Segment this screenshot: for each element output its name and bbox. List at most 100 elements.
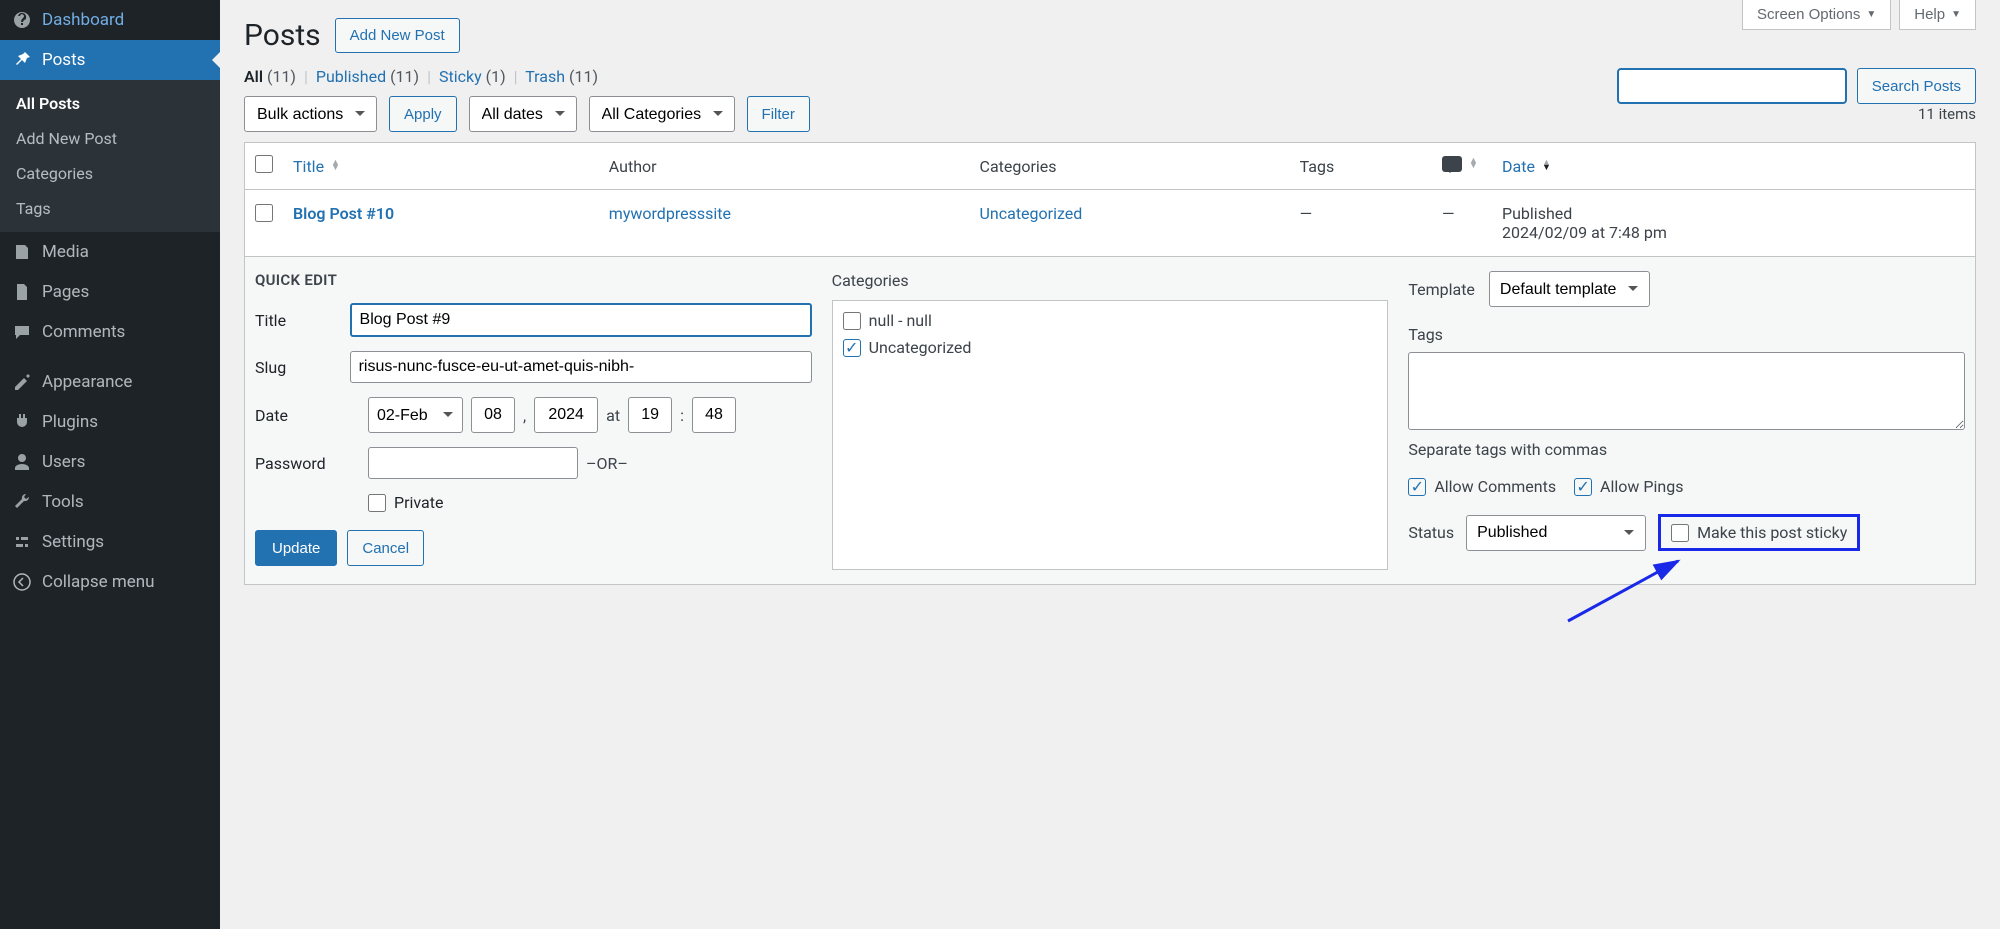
sidebar-item-comments[interactable]: Comments: [0, 312, 220, 352]
category-item[interactable]: ✓Uncategorized: [843, 338, 1378, 357]
private-checkbox-label[interactable]: Private: [368, 493, 473, 512]
category-filter-select[interactable]: All Categories: [589, 96, 735, 132]
sidebar-item-plugins[interactable]: Plugins: [0, 402, 220, 442]
post-tags: —: [1290, 190, 1432, 257]
search-input[interactable]: [1617, 68, 1847, 104]
sidebar-item-settings[interactable]: Settings: [0, 522, 220, 562]
chevron-down-icon: ▼: [1866, 9, 1876, 20]
sidebar-label: Collapse menu: [42, 572, 155, 592]
day-input[interactable]: [471, 397, 515, 433]
users-icon: [12, 452, 32, 472]
sticky-checkbox[interactable]: [1671, 524, 1689, 542]
sort-icon: ▲▼: [331, 161, 340, 171]
cancel-button[interactable]: Cancel: [347, 530, 424, 566]
sidebar-item-dashboard[interactable]: Dashboard: [0, 0, 220, 40]
category-checkbox[interactable]: [843, 312, 861, 330]
sidebar-label: Settings: [42, 532, 104, 552]
month-select[interactable]: 02-Feb: [368, 397, 463, 433]
chevron-down-icon: ▼: [1951, 9, 1961, 20]
sidebar-item-tools[interactable]: Tools: [0, 482, 220, 522]
help-button[interactable]: Help▼: [1899, 0, 1976, 30]
post-date: Published2024/02/09 at 7:48 pm: [1492, 190, 1975, 257]
post-comments: —: [1432, 190, 1492, 257]
qe-col-left: QUICK EDIT Title Slug D: [255, 271, 812, 570]
post-category-link[interactable]: Uncategorized: [980, 204, 1083, 223]
filter-sticky[interactable]: Sticky: [439, 67, 482, 86]
appearance-icon: [12, 372, 32, 392]
sidebar-item-appearance[interactable]: Appearance: [0, 362, 220, 402]
posts-submenu: All Posts Add New Post Categories Tags: [0, 80, 220, 232]
submenu-tags[interactable]: Tags: [0, 191, 220, 226]
posts-table: Title▲▼ Author Categories Tags ▲▼ Date▲▼…: [244, 142, 1976, 585]
sidebar-item-posts[interactable]: Posts: [0, 40, 220, 80]
submenu-all-posts[interactable]: All Posts: [0, 86, 220, 121]
update-button[interactable]: Update: [255, 530, 337, 566]
filter-published[interactable]: Published: [316, 67, 386, 86]
search-posts-button[interactable]: Search Posts: [1857, 68, 1976, 104]
annotation-arrow: [1558, 551, 1698, 631]
template-select[interactable]: Default template: [1489, 271, 1650, 307]
quick-edit-panel: QUICK EDIT Title Slug D: [245, 257, 1976, 585]
sidebar-collapse[interactable]: Collapse menu: [0, 562, 220, 602]
main-content: Screen Options▼ Help▼ Posts Add New Post…: [220, 0, 2000, 929]
table-row: Blog Post #10 mywordpresssite Uncategori…: [245, 190, 1976, 257]
sidebar-label: Pages: [42, 282, 89, 302]
sidebar-item-users[interactable]: Users: [0, 442, 220, 482]
year-input[interactable]: [534, 397, 598, 433]
password-input[interactable]: [368, 447, 578, 479]
sidebar-label: Comments: [42, 322, 125, 342]
screen-meta: Screen Options▼ Help▼: [1742, 0, 1976, 30]
hour-input[interactable]: [628, 397, 672, 433]
filter-all[interactable]: All: [244, 67, 263, 86]
status-select[interactable]: Published: [1466, 515, 1646, 551]
filter-trash[interactable]: Trash: [525, 67, 565, 86]
sidebar-label: Appearance: [42, 372, 132, 392]
col-comments[interactable]: ▲▼: [1442, 156, 1478, 172]
post-title-link[interactable]: Blog Post #10: [293, 204, 394, 223]
comment-icon: [1442, 156, 1462, 172]
col-author: Author: [599, 143, 970, 190]
submenu-add-new[interactable]: Add New Post: [0, 121, 220, 156]
slug-input[interactable]: [350, 351, 812, 383]
page-title: Posts: [244, 18, 321, 53]
sort-icon: ▲▼: [1542, 161, 1551, 171]
plugins-icon: [12, 412, 32, 432]
post-author-link[interactable]: mywordpresssite: [609, 204, 731, 223]
col-date[interactable]: Date▲▼: [1502, 157, 1551, 176]
bulk-actions-select[interactable]: Bulk actions: [244, 96, 377, 132]
sidebar-label: Posts: [42, 50, 85, 70]
row-checkbox[interactable]: [255, 204, 273, 222]
status-label: Status: [1408, 523, 1454, 542]
date-label: Date: [255, 406, 360, 425]
settings-icon: [12, 532, 32, 552]
private-checkbox[interactable]: [368, 494, 386, 512]
allow-pings-checkbox[interactable]: ✓: [1574, 478, 1592, 496]
qe-col-middle: Categories null - null ✓Uncategorized: [832, 271, 1389, 570]
add-new-post-button[interactable]: Add New Post: [335, 18, 460, 53]
allow-pings-label[interactable]: ✓Allow Pings: [1574, 477, 1683, 496]
date-filter-select[interactable]: All dates: [469, 96, 577, 132]
sticky-checkbox-label[interactable]: Make this post sticky: [1658, 514, 1860, 551]
minute-input[interactable]: [692, 397, 736, 433]
category-checkbox-checked[interactable]: ✓: [843, 339, 861, 357]
quick-edit-heading: QUICK EDIT: [255, 271, 812, 289]
sidebar-item-media[interactable]: Media: [0, 232, 220, 272]
tags-textarea[interactable]: [1408, 352, 1965, 430]
col-tags: Tags: [1290, 143, 1432, 190]
apply-button[interactable]: Apply: [389, 96, 457, 132]
title-label: Title: [255, 311, 342, 330]
submenu-categories[interactable]: Categories: [0, 156, 220, 191]
col-title[interactable]: Title▲▼: [293, 157, 340, 176]
password-label: Password: [255, 454, 360, 473]
title-input[interactable]: [350, 303, 812, 337]
screen-options-button[interactable]: Screen Options▼: [1742, 0, 1891, 30]
collapse-icon: [12, 572, 32, 592]
allow-comments-label[interactable]: ✓Allow Comments: [1408, 477, 1556, 496]
category-item[interactable]: null - null: [843, 311, 1378, 330]
sidebar-item-pages[interactable]: Pages: [0, 272, 220, 312]
allow-comments-checkbox[interactable]: ✓: [1408, 478, 1426, 496]
search-box: Search Posts: [1617, 68, 1976, 104]
select-all-checkbox[interactable]: [255, 155, 273, 173]
pages-icon: [12, 282, 32, 302]
filter-button[interactable]: Filter: [747, 96, 810, 132]
